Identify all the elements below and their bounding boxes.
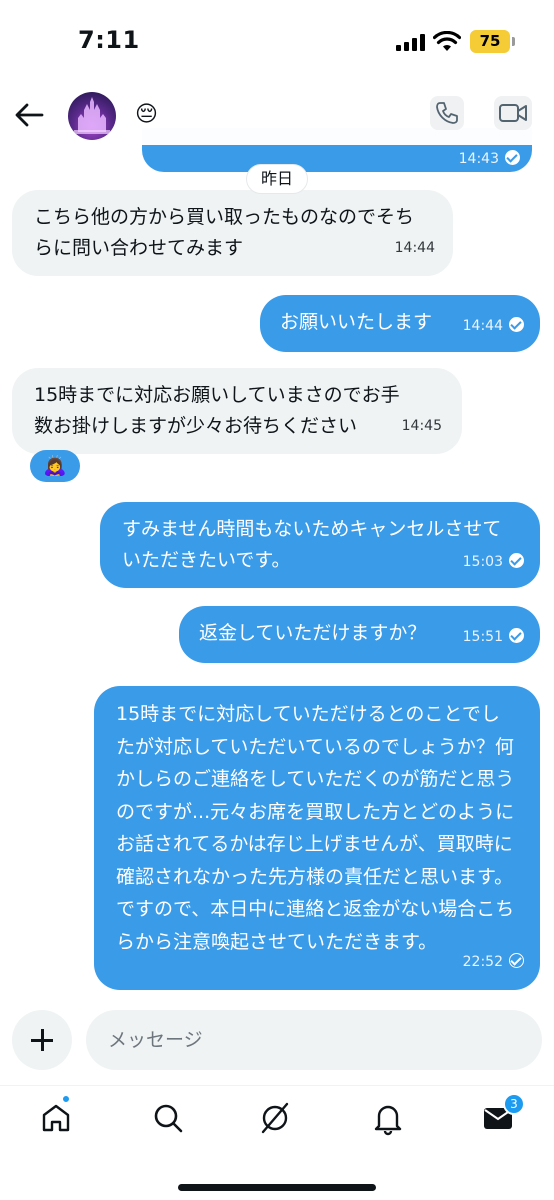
cellular-signal-icon (396, 34, 426, 51)
message-meta: 14:43 (459, 144, 520, 175)
conversation-header: 😔 (0, 90, 554, 145)
message-text: 15時までに対応していただけるとのことでしたが対応していただいているのでしょうか… (116, 703, 515, 953)
message-meta: 22:52 (463, 946, 524, 979)
add-attachment-button[interactable] (12, 1010, 72, 1070)
message-time: 14:43 (458, 151, 499, 167)
message-reaction[interactable]: 🙇‍♀️ (30, 450, 80, 482)
grok-icon[interactable] (257, 1100, 293, 1136)
battery-indicator: 75 (470, 30, 510, 53)
sent-receipt-icon (509, 952, 524, 968)
message-bubble-outgoing[interactable]: 15時までに対応していただけるとのことでしたが対応していただいているのでしょうか… (94, 686, 540, 990)
battery-tip (512, 37, 515, 46)
message-bubble-outgoing[interactable]: お願いいたします 14:44 (260, 295, 540, 352)
message-text: 15時までに対応お願いしていまさのでお手数お掛けしますが少々お待ちください (34, 384, 400, 437)
message-bubble-outgoing[interactable]: すみません時間もないためキャンセルさせていただきたいです。 15:03 (100, 502, 540, 588)
message-bubble-incoming[interactable]: こちら他の方から買い取ったものなのでそちらに問い合わせてみます 14:44 (12, 190, 453, 276)
notifications-bell-icon[interactable] (370, 1100, 406, 1136)
message-text: すみません時間もないためキャンセルさせていただきたいです。 (122, 518, 502, 571)
messages-unread-badge: 3 (503, 1093, 525, 1115)
home-indicator (178, 1184, 376, 1191)
video-camera-icon (499, 104, 527, 122)
message-time: 22:52 (462, 953, 503, 970)
avatar[interactable] (68, 92, 116, 140)
wifi-icon (433, 31, 461, 51)
read-receipt-icon (505, 150, 520, 165)
message-time: 14:44 (462, 318, 503, 334)
message-text: こちら他の方から買い取ったものなのでそちらに問い合わせてみます (34, 206, 415, 259)
message-time: 15:03 (462, 554, 503, 570)
castle-image-icon (74, 97, 110, 134)
search-icon[interactable] (150, 1100, 186, 1136)
header-status-emoji: 😔 (135, 102, 158, 127)
status-bar: 7:11 75 (0, 0, 554, 90)
read-receipt-icon (509, 553, 524, 568)
message-time: 15:51 (462, 629, 503, 645)
status-time: 7:11 (78, 26, 140, 54)
message-meta: 15:03 (463, 547, 524, 578)
bottom-navigation: 3 (0, 1085, 554, 1150)
read-receipt-icon (509, 317, 524, 332)
home-icon[interactable] (38, 1100, 74, 1136)
back-arrow-icon[interactable] (12, 98, 46, 132)
video-call-button[interactable] (494, 96, 532, 130)
message-bubble-outgoing[interactable]: 返金していただけますか？ 15:51 (179, 606, 540, 663)
home-notification-dot (62, 1095, 70, 1103)
message-meta: 14:44 (463, 311, 524, 342)
phone-icon (436, 102, 458, 124)
message-meta: 15:51 (463, 622, 524, 653)
message-input[interactable] (86, 1010, 542, 1070)
message-time: 14:45 (401, 418, 442, 434)
message-bubble-incoming[interactable]: 15時までに対応お願いしていまさのでお手数お掛けしますが少々お待ちください 14… (12, 368, 462, 454)
date-divider: 昨日 (246, 164, 308, 194)
voice-call-button[interactable] (430, 96, 464, 130)
message-time: 14:44 (394, 240, 435, 256)
read-receipt-icon (509, 628, 524, 643)
